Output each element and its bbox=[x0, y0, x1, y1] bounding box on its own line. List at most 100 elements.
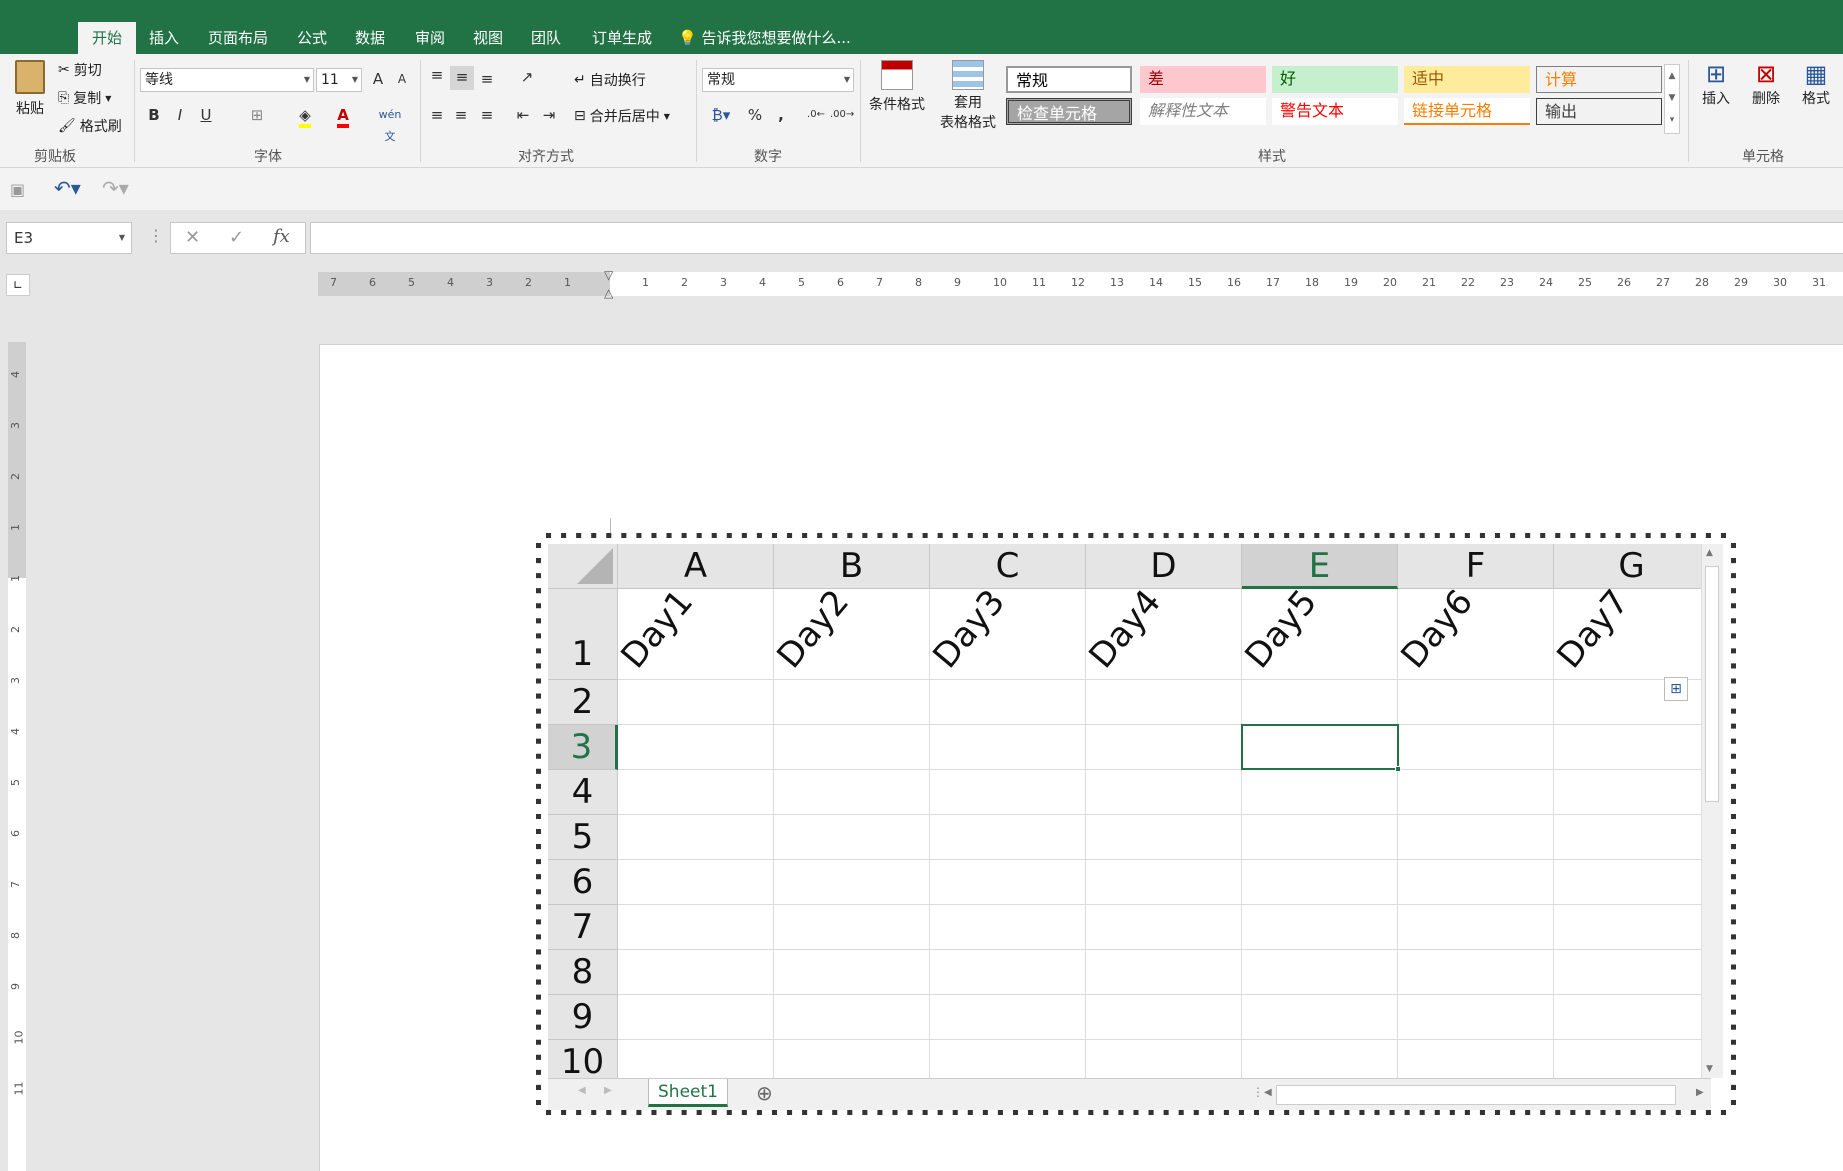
style-linked-cell[interactable]: 链接单元格 bbox=[1404, 98, 1530, 125]
tab-home[interactable]: 开始 bbox=[78, 22, 136, 54]
splitter-icon[interactable]: ⋮ bbox=[1252, 1085, 1264, 1099]
column-header-c[interactable]: C bbox=[930, 544, 1086, 589]
cell-a1[interactable]: Day1 bbox=[613, 582, 701, 676]
add-sheet-icon[interactable]: ⊕ bbox=[756, 1081, 773, 1105]
font-name-select[interactable]: 等线 ▼ bbox=[140, 68, 314, 92]
cell-e1[interactable]: Day5 bbox=[1237, 582, 1325, 676]
cancel-icon[interactable]: ✕ bbox=[185, 227, 200, 248]
row-header-1[interactable]: 1 bbox=[548, 589, 618, 680]
more-options-icon[interactable]: ⋮ bbox=[148, 226, 164, 245]
undo-icon[interactable]: ↶▾ bbox=[54, 176, 88, 200]
column-header-f[interactable]: F bbox=[1398, 544, 1554, 589]
style-output[interactable]: 输出 bbox=[1536, 98, 1662, 125]
cell-g1[interactable]: Day7 bbox=[1549, 582, 1637, 676]
tab-data[interactable]: 数据 bbox=[352, 22, 388, 54]
underline-button[interactable]: U bbox=[196, 104, 216, 128]
enter-icon[interactable]: ✓ bbox=[229, 227, 244, 248]
phonetic-button[interactable]: wén 文 bbox=[378, 104, 402, 143]
style-explanatory[interactable]: 解释性文本 bbox=[1140, 98, 1266, 125]
style-calculation[interactable]: 计算 bbox=[1536, 66, 1662, 93]
row-header-6[interactable]: 6 bbox=[548, 860, 618, 905]
number-format-select[interactable]: 常规 ▼ bbox=[702, 68, 854, 92]
style-bad[interactable]: 差 bbox=[1140, 66, 1266, 93]
gallery-scroll[interactable]: ▲ ▼ ▾ bbox=[1664, 64, 1680, 134]
column-header-e[interactable]: E bbox=[1242, 544, 1398, 589]
tab-view[interactable]: 视图 bbox=[470, 22, 506, 54]
align-right-icon[interactable]: ≡ bbox=[476, 104, 498, 128]
align-center-icon[interactable]: ≡ bbox=[450, 104, 472, 128]
vertical-scrollbar[interactable]: ▲ ▼ bbox=[1701, 544, 1723, 1078]
align-middle-icon[interactable]: ≡ bbox=[450, 66, 474, 90]
cut-button[interactable]: ✂ 剪切 bbox=[58, 60, 102, 80]
wrap-text-button[interactable]: ↵ 自动换行 bbox=[574, 70, 646, 90]
italic-button[interactable]: I bbox=[170, 104, 190, 128]
horizontal-scrollbar[interactable] bbox=[1276, 1085, 1676, 1105]
increase-decimal-icon[interactable]: .0← bbox=[804, 104, 828, 128]
insert-cells-button[interactable]: ⊞ 插入 bbox=[1696, 60, 1736, 108]
style-neutral[interactable]: 适中 bbox=[1404, 66, 1530, 93]
style-normal[interactable]: 常规 bbox=[1006, 66, 1132, 93]
style-check-cell[interactable]: 检查单元格 bbox=[1006, 98, 1132, 125]
scroll-down-icon[interactable]: ▼ bbox=[1706, 1064, 1713, 1074]
format-as-table-button[interactable]: 套用 表格格式 bbox=[932, 60, 1004, 132]
select-all-button[interactable] bbox=[548, 544, 618, 589]
cell-c1[interactable]: Day3 bbox=[925, 582, 1013, 676]
merge-center-button[interactable]: ⊟ 合并后居中 ▼ bbox=[574, 106, 670, 126]
tab-insert[interactable]: 插入 bbox=[146, 22, 182, 54]
row-header-5[interactable]: 5 bbox=[548, 815, 618, 860]
sheet-tab-sheet1[interactable]: Sheet1 bbox=[648, 1079, 728, 1107]
currency-icon[interactable]: ₿▾ bbox=[704, 104, 738, 128]
grow-font-button[interactable]: A bbox=[368, 68, 388, 92]
column-header-d[interactable]: D bbox=[1086, 544, 1242, 589]
indent-marker-icon[interactable]: ▽ bbox=[604, 268, 613, 282]
format-painter-button[interactable]: 🖌 格式刷 bbox=[58, 116, 122, 136]
copy-button[interactable]: ⎘ 复制 ▼ bbox=[58, 88, 111, 108]
tab-review[interactable]: 审阅 bbox=[412, 22, 448, 54]
format-cells-button[interactable]: ▦ 格式 bbox=[1796, 60, 1836, 108]
align-bottom-icon[interactable]: ≡ bbox=[476, 68, 498, 92]
style-good[interactable]: 好 bbox=[1272, 66, 1398, 93]
conditional-format-button[interactable]: 条件格式 bbox=[866, 60, 928, 114]
name-box[interactable]: E3 ▼ bbox=[6, 222, 132, 254]
prev-sheet-icon[interactable]: ◀ bbox=[578, 1085, 586, 1096]
comma-button[interactable]: , bbox=[770, 104, 792, 128]
scroll-right-icon[interactable]: ▶ bbox=[1696, 1087, 1704, 1098]
insert-function-icon[interactable]: fx bbox=[273, 226, 290, 247]
row-header-2[interactable]: 2 bbox=[548, 680, 618, 725]
cell-b1[interactable]: Day2 bbox=[769, 582, 857, 676]
increase-indent-icon[interactable]: ⇥ bbox=[538, 104, 560, 128]
font-size-select[interactable]: 11 ▼ bbox=[316, 68, 362, 92]
redo-icon[interactable]: ↷▾ bbox=[102, 176, 136, 200]
style-warning[interactable]: 警告文本 bbox=[1272, 98, 1398, 125]
tab-team[interactable]: 团队 bbox=[528, 22, 564, 54]
align-top-icon[interactable]: ≡ bbox=[426, 64, 448, 88]
row-header-8[interactable]: 8 bbox=[548, 950, 618, 995]
fill-color-button[interactable]: ◈ bbox=[292, 104, 318, 128]
bold-button[interactable]: B bbox=[144, 104, 164, 128]
tab-formulas[interactable]: 公式 bbox=[294, 22, 330, 54]
tell-me-search[interactable]: 💡 告诉我您想要做什么... bbox=[678, 22, 851, 54]
fill-handle[interactable] bbox=[1395, 766, 1401, 772]
orientation-icon[interactable]: ↗ bbox=[512, 66, 542, 90]
decrease-decimal-icon[interactable]: .00→ bbox=[830, 104, 854, 128]
scroll-left-icon[interactable]: ◀ bbox=[1264, 1087, 1272, 1098]
column-header-g[interactable]: G bbox=[1554, 544, 1710, 589]
align-left-icon[interactable]: ≡ bbox=[426, 104, 448, 128]
row-header-7[interactable]: 7 bbox=[548, 905, 618, 950]
paste-button[interactable]: 粘贴 bbox=[10, 60, 50, 118]
next-sheet-icon[interactable]: ▶ bbox=[604, 1085, 612, 1096]
percent-button[interactable]: % bbox=[744, 104, 766, 128]
paste-options-icon[interactable]: ⊞ bbox=[1664, 677, 1688, 701]
vertical-scroll-thumb[interactable] bbox=[1705, 566, 1719, 802]
column-header-b[interactable]: B bbox=[774, 544, 930, 589]
delete-cells-button[interactable]: ⊠ 删除 bbox=[1746, 60, 1786, 108]
tab-order-generation[interactable]: 订单生成 bbox=[588, 22, 656, 54]
row-header-3[interactable]: 3 bbox=[548, 725, 618, 770]
shrink-font-button[interactable]: A bbox=[392, 68, 412, 92]
indent-marker-bottom-icon[interactable]: △ bbox=[604, 286, 613, 300]
font-color-button[interactable]: A bbox=[330, 104, 356, 128]
row-header-9[interactable]: 9 bbox=[548, 995, 618, 1040]
embedded-worksheet[interactable]: A B C D E F G 1 2 3 4 5 6 7 8 9 10 Day1 Day2 Day3 Day4 Day5 Da… bbox=[536, 533, 1736, 1115]
cell-f1[interactable]: Day6 bbox=[1393, 582, 1481, 676]
column-header-a[interactable]: A bbox=[618, 544, 774, 589]
